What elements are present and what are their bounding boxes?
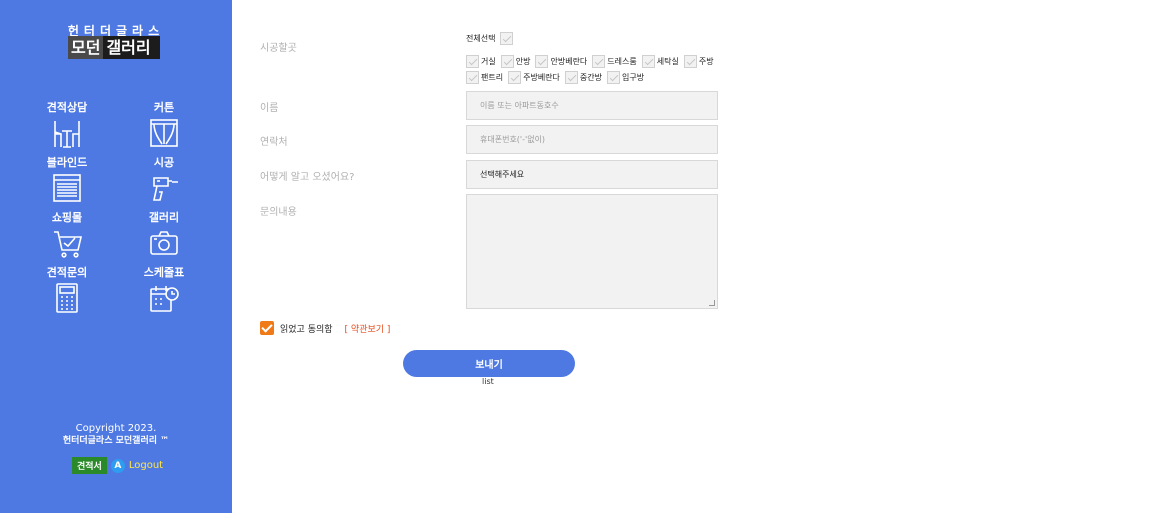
- calendar-clock-icon: [150, 286, 179, 312]
- menu-item-estimate-inquiry[interactable]: 견적문의: [27, 266, 107, 314]
- logo-main-b: 갤러리: [103, 36, 160, 59]
- room-checkbox[interactable]: [683, 55, 697, 68]
- rooms-row-2: 팬트리 주방베란다 중간방 입구방: [466, 71, 647, 84]
- room-checkbox[interactable]: [592, 55, 606, 68]
- room-checkbox[interactable]: [607, 71, 620, 84]
- sidebar: 헌터더글라스 모던 갤러리 견적상담 커튼 블라인드 시공 쇼핑몰 갤러리 견적…: [0, 0, 232, 513]
- menu-label: 쇼핑몰: [51, 211, 83, 224]
- agree-checkbox[interactable]: [260, 321, 274, 335]
- source-select[interactable]: 선택해주세요: [467, 161, 717, 188]
- source-field: 선택해주세요: [466, 160, 718, 189]
- contact-field: [466, 125, 718, 154]
- name-field: [466, 91, 718, 120]
- menu-item-install[interactable]: 시공: [124, 156, 204, 204]
- menu-item-shop[interactable]: 쇼핑몰: [27, 211, 107, 259]
- contact-input[interactable]: [467, 126, 717, 153]
- copyright-line2: 헌터더글라스 모던갤러리 ™: [62, 436, 170, 446]
- camera-icon: [150, 231, 178, 255]
- resize-handle[interactable]: [709, 300, 715, 306]
- terms-link[interactable]: [ 약관보기 ]: [345, 322, 391, 335]
- menu-item-gallery[interactable]: 갤러리: [124, 211, 204, 259]
- rooms-row-1: 거실 안방 안방베란다 드레스룸 세탁실 주방: [466, 55, 717, 68]
- room-checkbox[interactable]: [500, 55, 514, 68]
- agree-label: 읽었고 동의함: [280, 324, 333, 335]
- menu-label: 스케줄표: [143, 266, 185, 279]
- room-label: 주방베란다: [523, 73, 560, 82]
- sidebar-footer: 견적서 A Logout: [72, 457, 163, 474]
- room-label: 주방: [698, 57, 714, 66]
- agree-row: 읽었고 동의함 [ 약관보기 ]: [260, 321, 390, 335]
- room-label: 안방: [515, 57, 531, 66]
- room-checkbox[interactable]: [508, 71, 522, 84]
- copyright-line1: Copyright 2023.: [75, 423, 157, 434]
- logo[interactable]: 모던 갤러리: [68, 36, 160, 59]
- menu-label: 갤러리: [148, 211, 180, 224]
- menu-item-estimate-consult[interactable]: 견적상담: [27, 101, 107, 149]
- cart-icon: [54, 231, 83, 258]
- calculator-icon: [56, 283, 78, 313]
- admin-badge[interactable]: A: [110, 458, 125, 473]
- estimate-button[interactable]: 견적서: [72, 457, 107, 474]
- source-label: 어떻게 알고 오셨어요?: [260, 172, 355, 183]
- drill-icon: [153, 177, 178, 201]
- curtain-icon: [150, 119, 178, 147]
- select-all-checkbox[interactable]: [500, 32, 514, 45]
- room-label: 세탁실: [656, 57, 679, 66]
- logout-link[interactable]: Logout: [129, 460, 163, 471]
- room-checkbox[interactable]: [641, 55, 655, 68]
- menu-label: 견적문의: [46, 266, 88, 279]
- inquiry-field: [466, 194, 718, 309]
- chair-table-icon: [54, 121, 80, 148]
- inquiry-textarea[interactable]: [467, 195, 717, 308]
- contact-label: 연락처: [260, 137, 288, 148]
- menu-label: 시공: [153, 156, 175, 169]
- blind-icon: [53, 174, 81, 202]
- room-label: 팬트리: [481, 73, 504, 82]
- name-label: 이름: [260, 103, 279, 114]
- menu-item-schedule[interactable]: 스케줄표: [124, 266, 204, 314]
- room-label: 거실: [481, 57, 496, 66]
- send-button[interactable]: 보내기: [403, 350, 575, 377]
- select-all-row: 전체선택: [466, 32, 514, 45]
- menu-label: 견적상담: [46, 101, 88, 114]
- room-checkbox[interactable]: [535, 55, 549, 68]
- menu-label: 블라인드: [46, 156, 88, 169]
- inquiry-label: 문의내용: [260, 207, 297, 218]
- menu-item-blind[interactable]: 블라인드: [27, 156, 107, 204]
- room-checkbox[interactable]: [466, 55, 479, 68]
- select-all-label: 전체선택: [466, 34, 496, 43]
- room-label: 드레스룸: [607, 57, 637, 66]
- form-area: 시공할곳 전체선택 거실 안방 안방베란다 드레스룸 세탁실 주방 팬트리 주방…: [232, 0, 1160, 513]
- menu-label: 커튼: [153, 101, 175, 114]
- name-input[interactable]: [467, 92, 717, 119]
- room-label: 안방베란다: [550, 57, 588, 66]
- copyright: Copyright 2023. 헌터더글라스 모던갤러리 ™: [0, 422, 232, 448]
- room-checkbox[interactable]: [564, 71, 578, 84]
- logo-main-a: 모던: [68, 36, 104, 59]
- list-link[interactable]: list: [482, 377, 494, 386]
- room-label: 입구방: [622, 73, 645, 82]
- room-checkbox[interactable]: [466, 71, 479, 84]
- location-label: 시공할곳: [260, 43, 297, 54]
- menu-item-curtain[interactable]: 커튼: [124, 101, 204, 149]
- room-label: 중간방: [579, 73, 602, 82]
